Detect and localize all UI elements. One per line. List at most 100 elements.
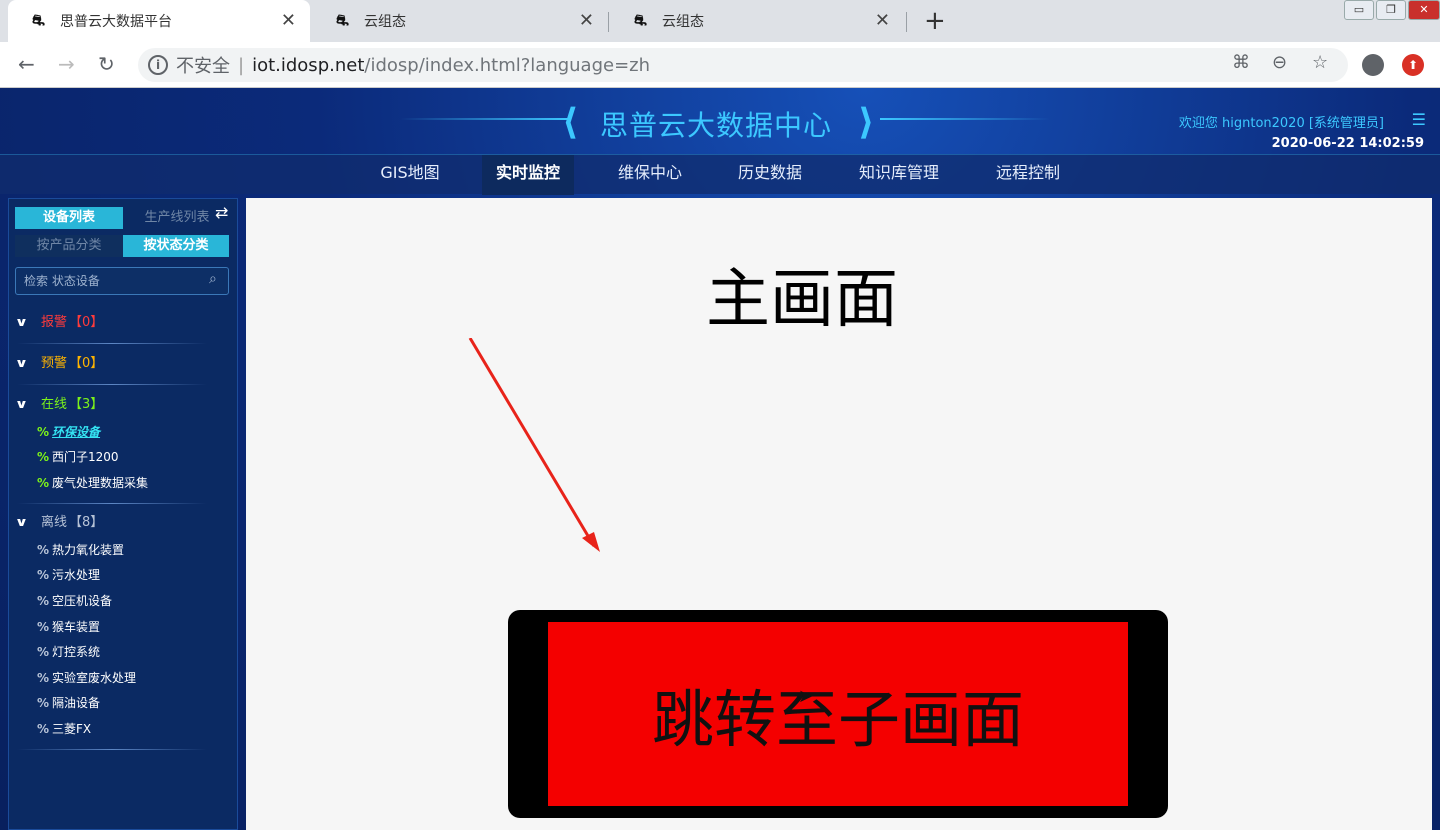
group-alarm[interactable]: ∨ 报警 【0】 [15, 311, 104, 331]
divider [17, 503, 207, 504]
group-name: 预警 [41, 356, 68, 371]
close-window-icon[interactable]: ✕ [1408, 0, 1440, 20]
nav-history[interactable]: 历史数据 [722, 155, 818, 195]
link-icon: % [37, 449, 50, 464]
header-decoration-left [400, 118, 570, 120]
device-item-offline[interactable]: % 热力氧化装置 [37, 541, 124, 558]
device-item-online[interactable]: % 西门子1200 [37, 448, 119, 465]
divider [17, 749, 207, 750]
group-online[interactable]: ∨ 在线 【3】 [14, 393, 104, 413]
header-decoration-right [880, 118, 1050, 120]
jump-to-subscreen-button[interactable]: 跳转至子画面 [548, 622, 1128, 806]
broken-link-icon: % [37, 644, 50, 659]
close-tab-icon[interactable]: ✕ [579, 10, 594, 31]
url-input[interactable]: i 不安全 | iot.idosp.net /idosp/index.html?… [138, 48, 1348, 82]
chevron-down-icon: ∨ [14, 514, 29, 529]
swap-icon[interactable]: ⇄ [215, 203, 228, 222]
device-item-offline[interactable]: % 灯控系统 [37, 643, 100, 660]
chevron-down-icon: ∨ [14, 355, 29, 370]
header-bracket-left: ⟨ [562, 102, 579, 143]
group-name: 离线 [41, 515, 68, 530]
zoom-icon[interactable]: ⊖ [1272, 52, 1287, 73]
group-count: 【3】 [69, 397, 104, 412]
device-item-offline[interactable]: % 猴车装置 [37, 618, 100, 635]
group-count: 【0】 [69, 356, 104, 371]
minimize-icon[interactable]: ▭ [1344, 0, 1374, 20]
browser-tab-bar: ⛐ 思普云大数据平台 ✕ ⛐ 云组态 ✕ ⛐ 云组态 ✕ + ▭ ❐ ✕ [0, 0, 1440, 42]
app-page: ⟨ 思普云大数据中心 ⟩ 欢迎您 hignton2020 [系统管理员] ☰ 2… [0, 88, 1440, 830]
close-tab-icon[interactable]: ✕ [281, 10, 296, 31]
browser-tab[interactable]: ⛐ 思普云大数据平台 ✕ [8, 0, 310, 42]
tab-line-list[interactable]: 生产线列表 [125, 207, 229, 229]
close-tab-icon[interactable]: ✕ [875, 10, 890, 31]
main-nav: GIS地图 实时监控 维保中心 历史数据 知识库管理 远程控制 [0, 154, 1440, 195]
device-item-offline[interactable]: % 隔油设备 [37, 694, 100, 711]
url-host: iot.idosp.net [252, 54, 365, 76]
tab-title: 思普云大数据平台 [60, 14, 172, 30]
nav-gis-map[interactable]: GIS地图 [362, 155, 458, 195]
broken-link-icon: % [37, 542, 50, 557]
browser-tab[interactable]: ⛐ 云组态 ✕ [312, 0, 608, 42]
search-icon[interactable]: ⌕ [209, 271, 217, 287]
window-controls: ▭ ❐ ✕ [1342, 0, 1440, 22]
tab-by-product[interactable]: 按产品分类 [15, 235, 123, 257]
tab-by-status[interactable]: 按状态分类 [123, 235, 229, 257]
app-favicon-icon: ⛐ [634, 11, 647, 29]
app-favicon-icon: ⛐ [336, 11, 349, 29]
nav-maintenance[interactable]: 维保中心 [602, 155, 698, 195]
nav-remote-control[interactable]: 远程控制 [980, 155, 1076, 195]
browser-tab[interactable]: ⛐ 云组态 ✕ [610, 0, 904, 42]
link-icon: % [37, 424, 50, 439]
bookmark-star-icon[interactable]: ☆ [1312, 52, 1328, 73]
restore-icon[interactable]: ❐ [1376, 0, 1406, 20]
back-arrow-icon[interactable]: ← [18, 52, 35, 76]
device-item-online[interactable]: % 废气处理数据采集 [37, 474, 148, 491]
forward-arrow-icon[interactable]: → [58, 52, 75, 76]
chevron-down-icon: ∨ [14, 396, 29, 411]
new-tab-button[interactable]: + [924, 6, 946, 36]
device-item-online[interactable]: % 环保设备 [37, 423, 100, 440]
device-item-offline[interactable]: % 空压机设备 [37, 592, 112, 609]
divider [17, 343, 207, 344]
insecure-label: 不安全 [176, 56, 230, 77]
group-warning[interactable]: ∨ 预警 【0】 [14, 352, 104, 372]
address-bar: ← → ↻ i 不安全 | iot.idosp.net /idosp/index… [0, 42, 1440, 88]
main-screen-title: 主画面 [706, 263, 898, 337]
url-path: /idosp/index.html?language=zh [364, 54, 651, 76]
nav-knowledge-base[interactable]: 知识库管理 [842, 155, 956, 195]
broken-link-icon: % [37, 619, 50, 634]
broken-link-icon: % [37, 695, 50, 710]
group-name: 报警 [41, 315, 68, 330]
group-count: 【0】 [69, 315, 104, 330]
device-item-offline[interactable]: % 实验室废水处理 [37, 669, 136, 686]
group-count: 【8】 [69, 515, 104, 530]
reload-icon[interactable]: ↻ [98, 52, 115, 76]
nav-realtime-monitor[interactable]: 实时监控 [482, 155, 574, 195]
group-name: 在线 [41, 397, 68, 412]
broken-link-icon: % [37, 567, 50, 582]
divider [17, 384, 207, 385]
list-menu-icon[interactable]: ☰ [1412, 110, 1426, 129]
device-sidebar: 设备列表 生产线列表 ⇄ 按产品分类 按状态分类 检索 状态设备 ⌕ ∨ 报警 … [8, 198, 238, 830]
welcome-user[interactable]: 欢迎您 hignton2020 [系统管理员] [1179, 112, 1384, 131]
info-icon[interactable]: i [148, 55, 168, 75]
search-input[interactable]: 检索 状态设备 [15, 267, 229, 295]
extension-icon[interactable]: ⬆ [1402, 54, 1424, 76]
broken-link-icon: % [37, 593, 50, 608]
broken-link-icon: % [37, 721, 50, 736]
translate-icon[interactable]: ⌘ [1232, 52, 1250, 73]
tab-title: 云组态 [364, 14, 406, 30]
url-divider: | [238, 54, 245, 76]
profile-avatar-icon[interactable] [1362, 54, 1384, 76]
app-favicon-icon: ⛐ [32, 11, 45, 29]
device-item-offline[interactable]: % 三菱FX [37, 720, 91, 737]
mouse-cursor-icon: ➤ [798, 686, 814, 707]
group-offline[interactable]: ∨ 离线 【8】 [14, 511, 104, 531]
page-title: 思普云大数据中心 [600, 109, 833, 142]
broken-link-icon: % [37, 670, 50, 685]
tab-device-list[interactable]: 设备列表 [15, 207, 123, 229]
device-item-offline[interactable]: % 污水处理 [37, 566, 100, 583]
jump-button-frame: 跳转至子画面 [508, 610, 1168, 818]
link-icon: % [37, 475, 50, 490]
tab-separator [608, 12, 609, 32]
